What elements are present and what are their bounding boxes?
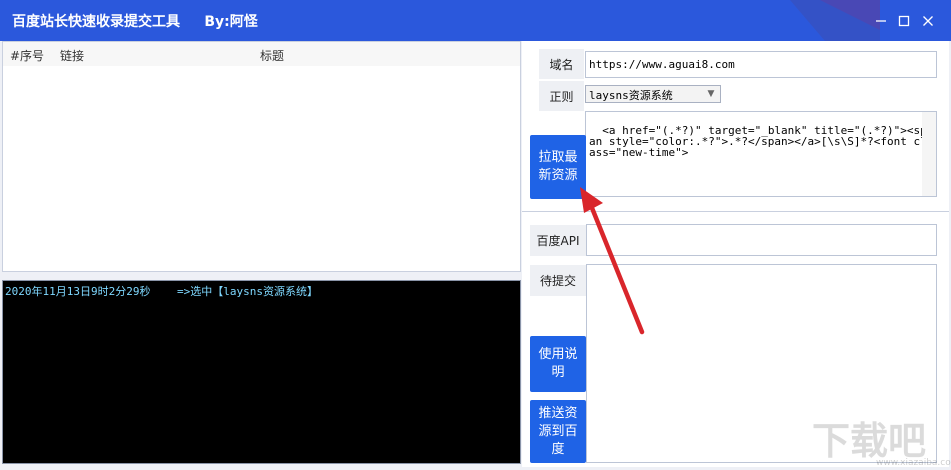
domain-label: 域名 [539,49,584,79]
minimize-button[interactable] [872,12,890,30]
column-header-index[interactable]: #序号 [10,47,44,64]
watermark-url: www.xiazaiba.com [876,458,951,468]
section-divider [522,211,949,212]
title-decoration [790,0,880,41]
minimize-icon [876,20,886,22]
log-console[interactable]: 2020年11月13日9时2分29秒 =>选中【laysns资源系统】 [2,280,521,464]
regex-select-value: laysns资源系统 [589,89,673,102]
fetch-resources-button[interactable]: 拉取最新资源 [530,135,586,199]
window-title: 百度站长快速收录提交工具 By:阿怪 [12,14,258,30]
close-button[interactable] [919,12,937,30]
regex-label: 正则 [539,81,584,111]
title-bar: 百度站长快速收录提交工具 By:阿怪 [0,0,951,41]
regex-select[interactable]: laysns资源系统 ▼ [585,85,721,103]
push-to-baidu-button[interactable]: 推送资源到百度 [530,400,586,463]
list-header: #序号 链接 标题 [3,42,520,66]
pending-label: 待提交 [530,265,586,296]
column-header-title[interactable]: 标题 [260,47,284,64]
result-list[interactable]: #序号 链接 标题 [2,41,521,272]
close-icon [923,16,933,26]
chevron-down-icon[interactable]: ▼ [704,87,718,101]
maximize-button[interactable] [895,12,913,30]
baidu-api-input[interactable] [586,224,937,256]
regex-scrollbar[interactable] [922,112,936,196]
domain-input[interactable]: https://www.aguai8.com [585,51,937,78]
help-button[interactable]: 使用说明 [530,336,586,392]
maximize-icon [898,15,910,27]
log-line: 2020年11月13日9时2分29秒 =>选中【laysns资源系统】 [5,285,318,298]
regex-pattern-textarea[interactable]: <a href="(.*?)" target="_blank" title="(… [585,111,937,197]
baidu-api-label: 百度API [530,225,586,256]
regex-pattern-text: <a href="(.*?)" target="_blank" title="(… [589,124,927,159]
watermark-logo: 下载吧 [812,419,927,463]
column-header-link[interactable]: 链接 [60,47,84,64]
